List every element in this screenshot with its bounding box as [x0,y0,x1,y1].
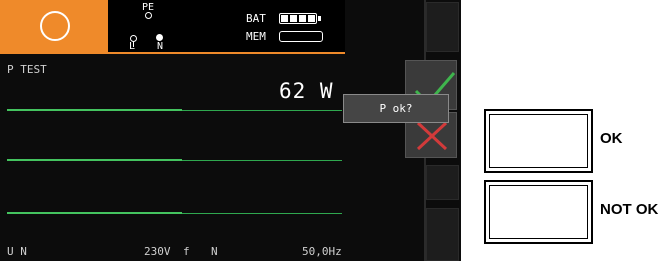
measurement-value: 62 W [279,79,334,103]
battery-label: BAT [246,12,266,25]
trace-line [7,109,342,111]
not-ok-legend-label: NOT OK [600,201,659,218]
header-divider [0,52,345,54]
terminal-l-label: L [129,41,136,52]
frequency-label: f [183,245,190,258]
ok-key-illustration [484,109,593,173]
battery-nub [318,16,321,21]
confirmation-popup: P ok? [343,94,449,123]
softkey-top[interactable] [426,2,459,52]
circle-icon [40,11,70,41]
measurement-icon-box [0,0,108,52]
not-ok-key-illustration [484,180,593,244]
frequency-sub-label: N [211,245,218,258]
terminal-n-dot [156,34,163,41]
ok-legend-label: OK [600,130,623,147]
memory-indicator [279,31,323,42]
instrument-screen: PE L N BAT MEM P TEST 62 W P ok? U N 230… [0,0,461,261]
trace-line [7,159,342,161]
terminal-pe-ring [145,12,152,19]
voltage-label: U N [7,245,27,258]
memory-label: MEM [246,30,266,43]
mode-title: P TEST [7,63,47,76]
frequency-value: 50,0Hz [302,245,342,258]
status-header: PE L N BAT MEM [0,0,345,52]
softkey-lower-1[interactable] [426,165,459,200]
battery-icon [279,13,317,24]
softkey-lower-2[interactable] [426,208,459,261]
status-footer: U N 230V f N 50,0Hz [0,240,360,261]
trace-line [7,212,342,214]
voltage-value: 230V [144,245,171,258]
terminal-n-label: N [157,41,164,52]
